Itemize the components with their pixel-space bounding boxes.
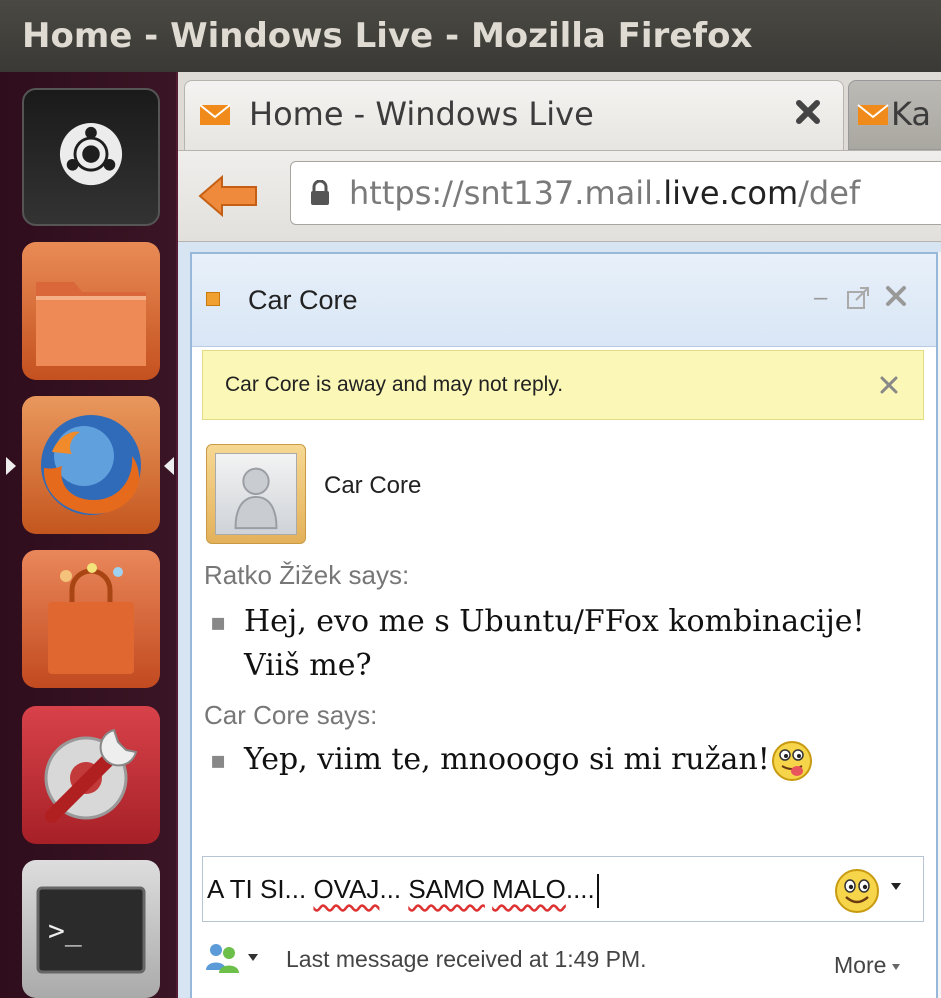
url-bar[interactable]: https://snt137.mail.live.com/def [290, 161, 941, 225]
more-button[interactable]: More [834, 940, 901, 990]
message-sender: Ratko Žižek says: [204, 560, 410, 590]
shopping-bag-icon [48, 563, 134, 674]
tab-close-icon[interactable] [791, 95, 825, 129]
terminal-icon: >_ [36, 886, 146, 974]
dismiss-icon[interactable] [877, 373, 901, 397]
firefox-icon [41, 415, 141, 515]
chevron-down-icon [892, 963, 901, 970]
chat-window: Car Core – Car Core is away and may not … [190, 252, 938, 998]
tab-label: Home - Windows Live [249, 95, 594, 133]
launcher-files-button[interactable] [22, 242, 160, 380]
lock-icon [311, 180, 329, 205]
chevron-down-icon[interactable] [891, 883, 901, 890]
ubuntu-logo-icon [59, 123, 123, 186]
hotmail-envelope-icon [199, 104, 231, 125]
away-notice-text: Car Core is away and may not reply. [225, 373, 564, 396]
chat-header: Car Core – [192, 254, 936, 347]
add-contacts-icon[interactable] [202, 940, 242, 976]
folder-icon [36, 282, 146, 366]
user-silhouette-icon [234, 467, 278, 530]
chat-footer: Last message received at 1:49 PM. More [192, 934, 936, 994]
chat-message: ▪ Hej, evo me s Ubuntu/FFox kombinacije!… [206, 600, 926, 688]
pop-out-icon[interactable] [844, 284, 872, 312]
browser-window: Home - Windows Live Ka https://snt137.ma… [178, 72, 941, 998]
message-input[interactable]: A TI SI... OVAJ... SAMO MALO.... [207, 857, 767, 921]
chevron-down-icon[interactable] [248, 954, 258, 961]
active-indicator-right [164, 457, 174, 475]
message-input-box[interactable]: A TI SI... OVAJ... SAMO MALO.... [202, 856, 924, 922]
avatar-name: Car Core [324, 472, 422, 499]
text-caret [596, 874, 599, 909]
chat-title: Car Core [248, 285, 358, 315]
launcher-firefox-button[interactable] [22, 396, 160, 534]
minimize-icon[interactable]: – [814, 284, 827, 312]
emoticon-picker-icon[interactable] [833, 867, 881, 915]
chat-message: ▪ Yep, viim te, mnooogo si mi ružan! [206, 738, 926, 783]
message-text: Yep, viim te, mnooogo si mi ružan! [244, 742, 770, 777]
settings-wrench-gear-icon [44, 728, 138, 823]
hotmail-envelope-icon [857, 104, 889, 125]
page-content: Car Core – Car Core is away and may not … [178, 242, 941, 998]
avatar[interactable] [206, 444, 306, 544]
away-status-icon [206, 292, 220, 306]
unity-launcher: >_ [0, 72, 178, 998]
url-text: https://snt137.mail.live.com/def [349, 174, 861, 212]
launcher-ubuntu-button[interactable] [22, 88, 160, 226]
message-sender: Car Core says: [204, 700, 378, 730]
close-icon[interactable] [882, 282, 910, 310]
back-arrow-icon[interactable] [196, 171, 260, 221]
tab-home-windows-live[interactable]: Home - Windows Live [184, 80, 844, 150]
window-title: Home - Windows Live - Mozilla Firefox [0, 0, 941, 72]
message-text: Hej, evo me s Ubuntu/FFox kombinacije! V… [244, 604, 865, 683]
launcher-terminal-button[interactable]: >_ [22, 860, 160, 998]
launcher-settings-button[interactable] [22, 706, 160, 844]
last-message-status: Last message received at 1:49 PM. [286, 946, 647, 972]
tongue-out-emoticon-icon [771, 741, 812, 781]
away-notice: Car Core is away and may not reply. [202, 350, 924, 420]
launcher-software-center-button[interactable] [22, 550, 160, 688]
tab-label: Ka [891, 95, 932, 133]
tab-second[interactable]: Ka [848, 80, 941, 150]
active-indicator-left [6, 457, 16, 475]
svg-text:>_: >_ [48, 914, 82, 948]
navigation-toolbar: https://snt137.mail.live.com/def [178, 150, 941, 242]
